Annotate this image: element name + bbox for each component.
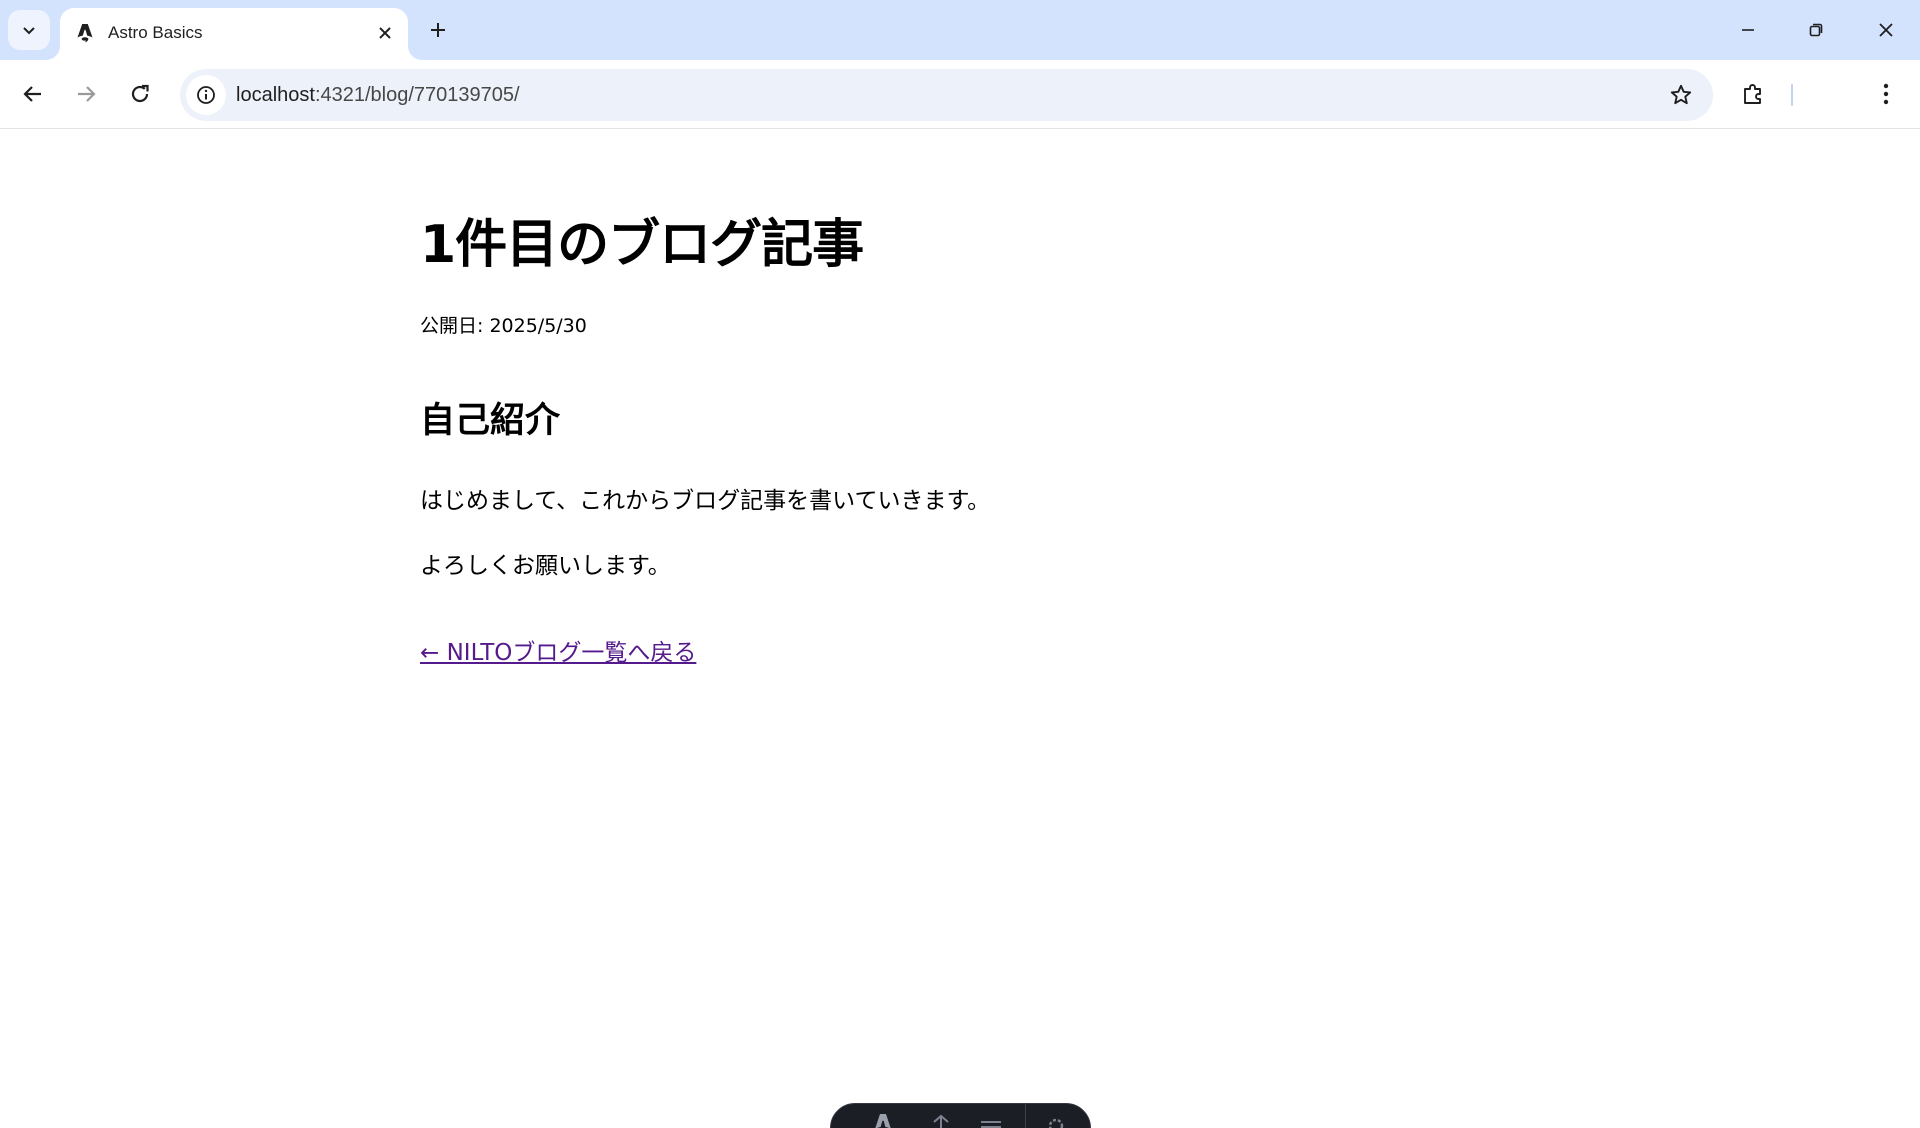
restore-icon [1809, 23, 1823, 37]
kebab-menu-icon [1883, 83, 1889, 105]
astro-menu-icon[interactable] [863, 1112, 903, 1128]
tab-close-button[interactable] [372, 20, 398, 46]
address-bar[interactable]: localhost:4321/blog/770139705/ [180, 69, 1713, 121]
puzzle-icon [1744, 84, 1761, 104]
minimize-icon [1742, 29, 1754, 31]
url-text[interactable]: localhost:4321/blog/770139705/ [236, 83, 520, 107]
close-icon [1879, 23, 1893, 37]
chevron-down-icon [23, 27, 35, 35]
browser-menu-button[interactable] [1866, 74, 1906, 114]
window-close-button[interactable] [1858, 8, 1914, 52]
new-tab-button[interactable] [420, 12, 456, 48]
section-heading: 自己紹介 [420, 401, 561, 441]
tab-search-button[interactable] [8, 10, 50, 50]
inspect-icon[interactable] [971, 1112, 1011, 1128]
extensions-button[interactable] [1733, 74, 1773, 114]
bookmark-button[interactable] [1663, 77, 1699, 113]
site-info-button[interactable] [186, 75, 226, 115]
article-paragraph: よろしくお願いします。 [420, 553, 671, 579]
article-paragraph: はじめまして、これからブログ記事を書いていきます。 [420, 488, 991, 514]
info-icon [197, 86, 215, 104]
forward-button[interactable] [66, 74, 106, 114]
tab-title: Astro Basics [108, 23, 203, 42]
toolbar-divider [1791, 84, 1793, 106]
tab-active[interactable]: Astro Basics [60, 8, 408, 60]
browser-toolbar: localhost:4321/blog/770139705/ [0, 60, 1920, 129]
minimize-button[interactable] [1720, 8, 1776, 52]
astro-logo-icon [74, 22, 96, 44]
published-date: 公開日: 2025/5/30 [420, 315, 587, 337]
arrow-left-icon [23, 86, 41, 102]
close-icon [379, 27, 391, 39]
star-icon [1670, 84, 1692, 105]
url-host: localhost [236, 84, 315, 106]
dev-toolbar-separator [1025, 1104, 1026, 1128]
restore-button[interactable] [1788, 8, 1844, 52]
reload-icon [131, 84, 149, 103]
tab-strip: Astro Basics [0, 0, 1920, 60]
astro-dev-toolbar [830, 1103, 1091, 1128]
reload-button[interactable] [120, 74, 160, 114]
url-path: :4321/blog/770139705/ [314, 84, 520, 106]
settings-gear-icon[interactable] [1036, 1112, 1076, 1128]
audit-icon[interactable] [921, 1112, 961, 1128]
plus-icon [431, 23, 445, 37]
post-title: 1件目のブログ記事 [420, 215, 864, 275]
back-to-list-link[interactable]: ← NILTOブログ一覧へ戻る [420, 637, 696, 669]
arrow-right-icon [78, 86, 96, 102]
back-button[interactable] [13, 74, 53, 114]
